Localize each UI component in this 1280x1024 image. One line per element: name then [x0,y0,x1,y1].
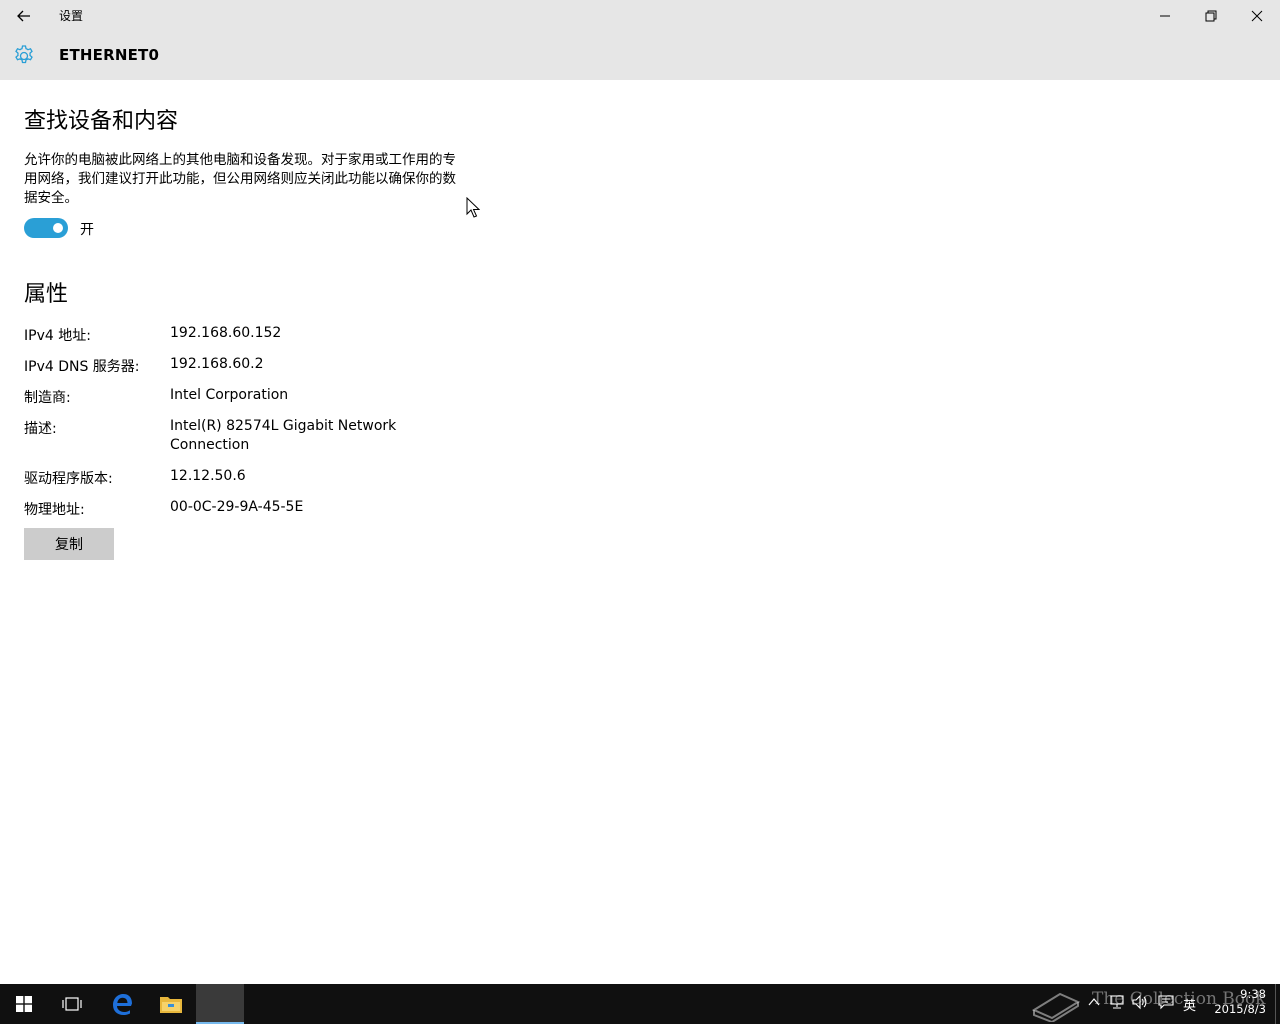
page-header: ETHERNET0 [0,32,1280,80]
network-icon[interactable] [1108,994,1126,1010]
manufacturer-label: 制造商: [24,390,71,406]
show-desktop-button[interactable] [1275,984,1276,1024]
close-button[interactable] [1234,0,1280,32]
gear-icon [12,44,36,68]
discovery-heading: 查找设备和内容 [24,109,179,134]
discovery-toggle[interactable] [24,218,68,238]
close-icon [1251,10,1263,22]
page-title: ETHERNET0 [59,46,160,64]
start-button[interactable] [0,984,48,1024]
toggle-state-label: 开 [80,222,94,238]
ime-indicator[interactable]: 英 [1183,995,1196,1014]
windows-start-icon [16,996,32,1012]
driver-version-value: 12.12.50.6 [170,468,246,484]
copy-button[interactable]: 复制 [24,528,114,560]
description-value: Intel(R) 82574L Gigabit Network Connecti… [170,418,397,453]
physical-address-label: 物理地址: [24,502,85,518]
title-bar: 设置 [0,0,1280,32]
toggle-knob [53,223,63,233]
settings-app-taskbar-item[interactable] [196,984,244,1024]
edge-button[interactable] [98,984,146,1024]
minimize-button[interactable] [1142,0,1188,32]
ipv4-dns-label: IPv4 DNS 服务器: [24,359,140,375]
discovery-description: 允许你的电脑被此网络上的其他电脑和设备发现。对于家用或工作用的专用网络，我们建议… [24,152,456,206]
back-button[interactable] [12,6,36,26]
taskbar-clock[interactable]: 9:38 2015/8/3 [1208,987,1266,1017]
manufacturer-value: Intel Corporation [170,387,289,403]
ipv4-address-label: IPv4 地址: [24,328,91,344]
edge-icon [113,994,132,1015]
ipv4-address-value: 192.168.60.152 [170,325,282,341]
mouse-cursor-icon [466,196,481,223]
driver-version-label: 驱动程序版本: [24,471,113,487]
task-view-button[interactable] [48,984,96,1024]
minimize-icon [1160,15,1170,17]
description-label: 描述: [24,421,57,437]
volume-icon[interactable] [1131,994,1149,1010]
back-arrow-icon [17,10,30,22]
window-title: 设置 [59,9,84,23]
clock-date: 2015/8/3 [1214,1002,1266,1016]
restore-button[interactable] [1188,0,1234,32]
chevron-up-icon[interactable] [1087,994,1101,1010]
properties-heading: 属性 [24,282,69,307]
action-center-icon[interactable] [1157,994,1175,1010]
file-explorer-icon [160,997,182,1013]
book-icon [1031,992,1081,1022]
task-view-icon [62,997,82,1011]
file-explorer-button[interactable] [147,984,195,1024]
physical-address-value: 00-0C-29-9A-45-5E [170,499,304,515]
ipv4-dns-value: 192.168.60.2 [170,356,264,372]
clock-time: 9:38 [1240,987,1266,1001]
restore-icon [1205,10,1217,22]
